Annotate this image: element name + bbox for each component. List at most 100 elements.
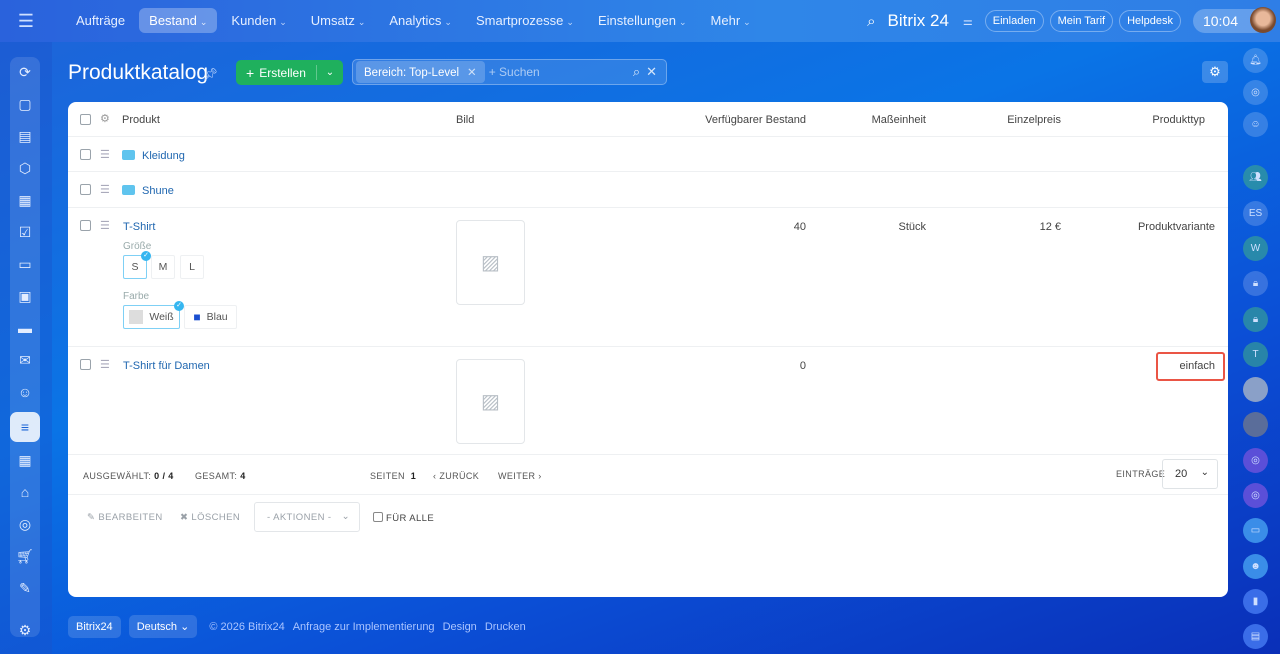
product-image-placeholder[interactable]: ▨ [456,220,525,305]
row-checkbox[interactable] [80,184,91,195]
mail-icon[interactable]: ✉ [10,345,40,375]
nav-analytics[interactable]: Analytics ⌄ [379,8,462,33]
search-icon[interactable]: ⌕ [867,13,875,30]
goals-icon[interactable]: ◎ [10,509,40,539]
nav-bestand[interactable]: Bestand ⌄ [139,8,218,33]
tariff-button[interactable]: Mein Tarif [1049,10,1114,32]
invite-button[interactable]: Einladen [984,10,1044,32]
close-icon[interactable]: ✕ [467,67,477,79]
create-button[interactable]: + Erstellen ⌄ [236,60,343,85]
color-option-white[interactable]: Weiß ✓ [123,301,184,329]
next-page-link[interactable]: Weiter › [498,471,542,481]
crm-icon[interactable]: ⬡ [10,153,40,183]
header-image[interactable]: Bild [456,114,474,126]
tasks-icon[interactable]: ☑ [10,217,40,247]
close-icon[interactable]: ✕ [646,64,657,80]
nav-auftraege[interactable]: Aufträge [66,8,135,33]
group-avatar[interactable] [1243,377,1268,402]
header-stock[interactable]: Verfügbarer Bestand [705,114,806,126]
worktime-clock[interactable]: 10:04 [1192,7,1276,33]
user-avatar[interactable] [1243,412,1268,437]
print-link[interactable]: Drucken [485,621,526,633]
search-input[interactable]: + Suchen [489,65,633,79]
chevron-down-icon[interactable]: ⌄ [317,67,343,78]
sites-icon[interactable]: ▣ [10,281,40,311]
size-option-l[interactable]: L [180,255,204,279]
product-image-placeholder[interactable]: ▨ [456,359,525,444]
bell-icon[interactable]: 🔔︎ [1243,48,1268,73]
chat-es[interactable]: ES [1243,201,1268,226]
menu-icon[interactable]: ☰ [0,0,52,42]
product-link[interactable]: Kleidung [122,150,185,162]
nav-umsatz[interactable]: Umsatz ⌄ [301,8,376,33]
documents-icon[interactable]: ▭ [10,249,40,279]
bot-icon[interactable]: ☻ [1243,554,1268,579]
drive-icon[interactable]: ▬ [10,313,40,343]
drag-handle-icon[interactable]: ☰ [100,219,110,232]
schedule-icon[interactable]: ▦ [10,445,40,475]
pin-icon[interactable]: 📌︎ [203,67,218,81]
entries-select[interactable]: 20 ⌄ [1162,459,1218,489]
edit-button[interactable]: ✎ Bearbeiten [87,512,163,523]
chat-search-icon[interactable]: ☺ [1243,112,1268,137]
bookmark-icon[interactable]: ▮ [1243,589,1268,614]
nav-mehr[interactable]: Mehr ⌄ [701,8,761,33]
lock-icon[interactable]: 🔒︎ [1243,307,1268,332]
row-checkbox[interactable] [80,220,91,231]
brand-button[interactable]: Bitrix24 [68,615,121,638]
header-price[interactable]: Einzelpreis [1007,114,1061,126]
settings-icon[interactable]: ⚙ [10,615,40,645]
lock-icon[interactable]: 🔒︎ [1243,271,1268,296]
copilot-icon[interactable]: ◎ [1243,483,1268,508]
size-option-s[interactable]: S ✓ [123,251,151,279]
search-icon[interactable]: ⌕ [633,64,640,80]
product-link[interactable]: T-Shirt für Damen [123,360,210,372]
inventory-icon[interactable]: ≡ [10,412,40,442]
color-option-blue[interactable]: ■ Blau [184,305,237,329]
activity-icon[interactable]: ⟳ [10,57,40,87]
filter-tag[interactable]: Bereich: Top-Level ✕ [356,61,485,83]
settings-sliders-icon[interactable]: ⚌ [963,15,973,28]
nav-kunden[interactable]: Kunden ⌄ [221,8,296,33]
drag-handle-icon[interactable]: ☰ [100,358,110,371]
delete-button[interactable]: ✖ Löschen [180,512,240,523]
chat-icon[interactable]: ▢ [10,89,40,119]
cart-icon[interactable]: 🛒︎ [10,541,40,571]
feed-icon[interactable]: ▤ [10,121,40,151]
sign-icon[interactable]: ✎ [10,573,40,603]
select-all-checkbox[interactable] [80,114,91,125]
helpdesk-button[interactable]: Helpdesk [1119,10,1181,32]
row-checkbox[interactable] [80,149,91,160]
nav-einstellungen[interactable]: Einstellungen ⌄ [588,8,697,33]
implementation-link[interactable]: Anfrage zur Implementierung [293,621,435,633]
prev-page-link[interactable]: ‹ Zurück [433,471,479,481]
filter-search[interactable]: Bereich: Top-Level ✕ + Suchen ⌕ ✕ [352,59,667,85]
avatar[interactable] [1250,7,1276,33]
group-icon[interactable]: 👥︎ [1243,165,1268,190]
chat-t[interactable]: T [1243,342,1268,367]
product-link[interactable]: T-Shirt [123,221,155,233]
settings-button[interactable]: ⚙ [1202,61,1228,83]
copilot-icon[interactable]: ◎ [1243,448,1268,473]
product-link[interactable]: Shune [122,185,174,197]
row-checkbox[interactable] [80,359,91,370]
for-all-checkbox[interactable]: Für alle [373,512,434,524]
notes-icon[interactable]: ▤ [1243,624,1268,649]
nav-smartprozesse[interactable]: Smartprozesse ⌄ [466,8,584,33]
message-icon[interactable]: ▭ [1243,518,1268,543]
size-option-m[interactable]: M [151,255,175,279]
drag-handle-icon[interactable]: ☰ [100,148,110,161]
design-link[interactable]: Design [443,621,477,633]
warehouse-icon[interactable]: ⌂ [10,477,40,507]
drag-handle-icon[interactable]: ☰ [100,183,110,196]
language-select[interactable]: Deutsch ⌄ [128,615,198,638]
calendar-icon[interactable]: ▦ [10,185,40,215]
header-unit[interactable]: Maßeinheit [872,114,926,126]
chat-w[interactable]: W [1243,236,1268,261]
gear-icon[interactable]: ⚙ [100,112,110,125]
header-type[interactable]: Produkttyp [1152,114,1205,126]
header-product[interactable]: Produkt [122,114,160,126]
copilot-icon[interactable]: ◎ [1243,80,1268,105]
contacts-icon[interactable]: ☺ [10,377,40,407]
actions-select[interactable]: - Aktionen - ⌄ [254,502,360,532]
